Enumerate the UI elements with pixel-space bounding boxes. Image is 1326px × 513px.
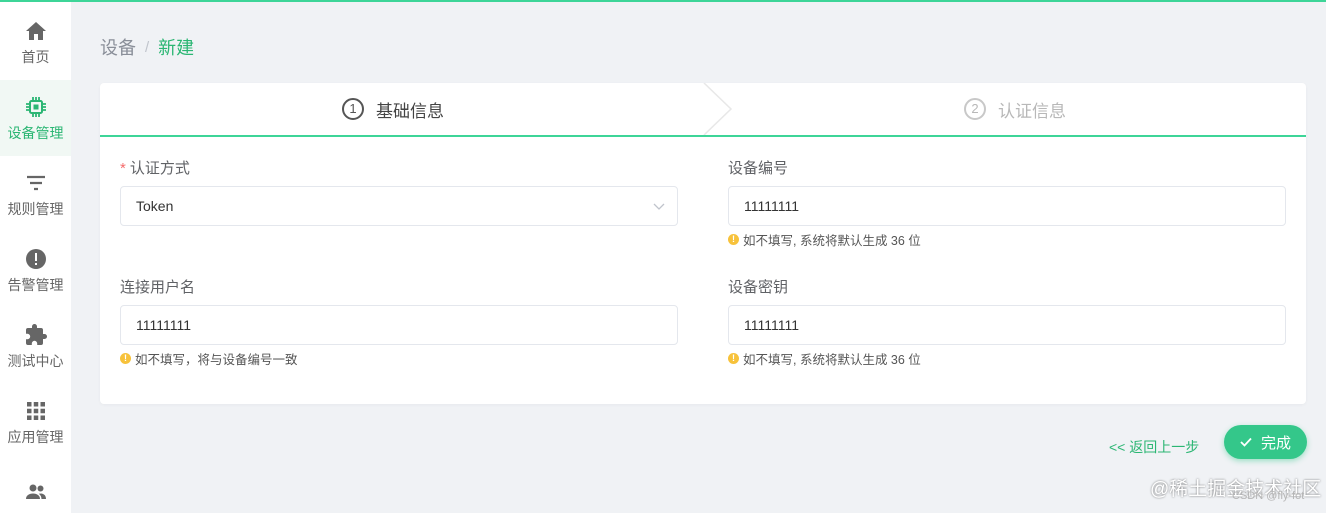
- alert-icon: [25, 249, 46, 269]
- chevron-down-icon: [653, 203, 665, 210]
- step-divider-chevron: [703, 83, 733, 135]
- device-secret-hint: ! 如不填写, 系统将默认生成 36 位: [728, 349, 921, 368]
- auth-method-label: * 认证方式: [120, 157, 190, 178]
- step-number: 1: [342, 98, 364, 120]
- step-number: 2: [964, 98, 986, 120]
- done-button-label: 完成: [1260, 434, 1291, 452]
- device-id-hint: ! 如不填写, 系统将默认生成 36 位: [728, 230, 921, 249]
- auth-method-label-text: 认证方式: [129, 160, 190, 177]
- hint-text: 如不填写，将与设备编号一致: [135, 353, 298, 367]
- step-auth-info[interactable]: 2 认证信息: [964, 83, 1066, 135]
- sidebar-item-users[interactable]: [0, 460, 71, 513]
- back-previous-step-link[interactable]: << 返回上一步: [1109, 437, 1199, 457]
- watermark-sub: CSDN @fly-fot: [1232, 490, 1305, 502]
- sidebar-item-label: 设备管理: [7, 125, 64, 141]
- username-hint: ! 如不填写，将与设备编号一致: [120, 349, 298, 368]
- top-accent-line: [0, 0, 1326, 2]
- form-card: 1 基础信息 2 认证信息 * 认证方式 Token 设备编号 11111111 …: [100, 83, 1306, 404]
- sidebar-item-home[interactable]: 首页: [0, 4, 71, 80]
- check-icon: [1240, 437, 1252, 447]
- breadcrumb-separator: /: [145, 38, 150, 56]
- sidebar-item-rule-management[interactable]: 规则管理: [0, 156, 71, 232]
- username-input[interactable]: 11111111: [120, 305, 678, 345]
- device-secret-input[interactable]: 11111111: [728, 305, 1286, 345]
- step-label: 认证信息: [998, 101, 1066, 121]
- sidebar-item-app-management[interactable]: 应用管理: [0, 384, 71, 460]
- sidebar-item-device-management[interactable]: 设备管理: [0, 80, 71, 156]
- breadcrumb: 设备 / 新建: [100, 34, 194, 60]
- warning-icon: !: [728, 353, 739, 364]
- device-id-label: 设备编号: [728, 160, 789, 177]
- sidebar-item-test-center[interactable]: 测试中心: [0, 308, 71, 384]
- steps-bar: 1 基础信息 2 认证信息: [100, 83, 1306, 137]
- auth-method-value: Token: [136, 198, 174, 214]
- sidebar-item-label: 告警管理: [7, 277, 64, 293]
- sidebar-item-label: 规则管理: [7, 201, 64, 217]
- home-icon: [25, 22, 46, 40]
- sidebar: 首页 设备管理 规则管理 告警管理 测试中心 应用管理: [0, 2, 71, 513]
- chip-icon: [25, 97, 46, 117]
- sidebar-item-label: 测试中心: [7, 353, 64, 369]
- device-id-input[interactable]: 11111111: [728, 186, 1286, 226]
- sidebar-item-label: 首页: [21, 49, 50, 65]
- device-secret-label: 设备密钥: [728, 279, 789, 296]
- done-button[interactable]: 完成: [1224, 425, 1307, 459]
- warning-icon: !: [120, 353, 131, 364]
- warning-icon: !: [728, 234, 739, 245]
- sidebar-item-label: 应用管理: [7, 429, 64, 445]
- auth-method-select[interactable]: Token: [120, 186, 678, 226]
- puzzle-icon: [25, 324, 47, 345]
- users-icon: [25, 484, 46, 499]
- sidebar-item-alert-management[interactable]: 告警管理: [0, 232, 71, 308]
- username-label: 连接用户名: [120, 279, 196, 296]
- filter-icon: [26, 175, 45, 191]
- hint-text: 如不填写, 系统将默认生成 36 位: [743, 234, 921, 248]
- required-mark: *: [120, 160, 126, 177]
- apps-grid-icon: [26, 402, 45, 420]
- step-label: 基础信息: [376, 101, 444, 121]
- step-basic-info[interactable]: 1 基础信息: [342, 83, 444, 135]
- breadcrumb-current: 新建: [158, 38, 195, 58]
- breadcrumb-root[interactable]: 设备: [100, 34, 136, 60]
- hint-text: 如不填写, 系统将默认生成 36 位: [743, 353, 921, 367]
